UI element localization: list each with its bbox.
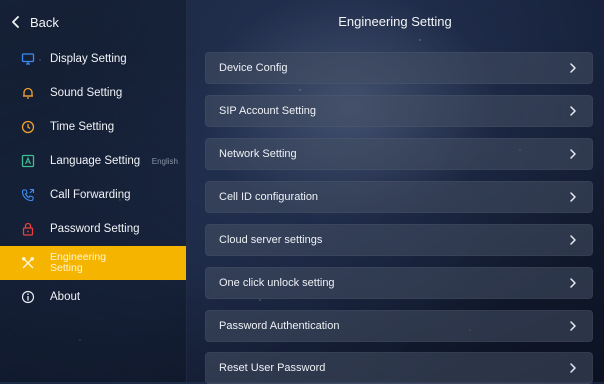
settings-menu: Display Setting Sound Setting Time Setti… [0, 42, 186, 314]
sidebar-item-sound[interactable]: Sound Setting [0, 76, 186, 110]
settings-row-label: Cell ID configuration [219, 191, 319, 203]
settings-row-network[interactable]: Network Setting [205, 138, 593, 170]
tools-icon [21, 256, 35, 270]
sidebar-item-call-forwarding[interactable]: Call Forwarding [0, 178, 186, 212]
sidebar: Back Display Setting Sound Setting Time … [0, 0, 187, 382]
chevron-right-icon [570, 149, 576, 159]
settings-row-reset-user-password[interactable]: Reset User Password [205, 352, 593, 384]
chevron-right-icon [570, 278, 576, 288]
sidebar-item-label: Display Setting [50, 53, 127, 65]
settings-row-label: Network Setting [219, 148, 297, 160]
chevron-right-icon [570, 63, 576, 73]
settings-row-label: Device Config [219, 62, 288, 74]
language-icon [21, 154, 35, 168]
settings-row-one-click-unlock[interactable]: One click unlock setting [205, 267, 593, 299]
display-icon [21, 52, 35, 66]
settings-row-label: SIP Account Setting [219, 105, 317, 117]
settings-row-cloud-server[interactable]: Cloud server settings [205, 224, 593, 256]
sidebar-item-label: Call Forwarding [50, 189, 131, 201]
sidebar-item-password[interactable]: Password Setting [0, 212, 186, 246]
sidebar-item-time[interactable]: Time Setting [0, 110, 186, 144]
settings-row-label: One click unlock setting [219, 277, 335, 289]
sidebar-item-display[interactable]: Display Setting [0, 42, 186, 76]
chevron-right-icon [570, 235, 576, 245]
chevron-right-icon [570, 192, 576, 202]
settings-row-device-config[interactable]: Device Config [205, 52, 593, 84]
sidebar-item-language[interactable]: Language Setting English [0, 144, 186, 178]
sidebar-item-label: Engineering Setting [50, 251, 107, 274]
lock-icon [21, 222, 35, 236]
chevron-right-icon [570, 321, 576, 331]
sidebar-item-label: Language Setting [50, 155, 141, 167]
current-language-value: English [151, 156, 178, 166]
back-label: Back [30, 14, 59, 30]
bell-icon [21, 86, 35, 100]
chevron-right-icon [570, 363, 576, 373]
sidebar-item-label: About [50, 291, 81, 303]
page-title: Engineering Setting [338, 14, 452, 29]
sidebar-item-label: Sound Setting [50, 87, 123, 99]
settings-row-cell-id[interactable]: Cell ID configuration [205, 181, 593, 213]
chevron-right-icon [570, 106, 576, 116]
settings-row-password-authentication[interactable]: Password Authentication [205, 310, 593, 342]
back-button[interactable]: Back [8, 9, 59, 35]
sidebar-item-label: Time Setting [50, 121, 115, 133]
clock-icon [21, 120, 35, 134]
sidebar-item-about[interactable]: About [0, 280, 186, 314]
info-icon [21, 290, 35, 304]
settings-row-label: Reset User Password [219, 362, 326, 374]
settings-row-sip-account[interactable]: SIP Account Setting [205, 95, 593, 127]
settings-row-label: Password Authentication [219, 320, 340, 332]
phone-forward-icon [21, 188, 35, 202]
chevron-left-icon [8, 14, 24, 30]
settings-row-label: Cloud server settings [219, 234, 323, 246]
sidebar-item-engineering[interactable]: Engineering Setting [0, 246, 186, 280]
sidebar-item-label: Password Setting [50, 223, 140, 235]
